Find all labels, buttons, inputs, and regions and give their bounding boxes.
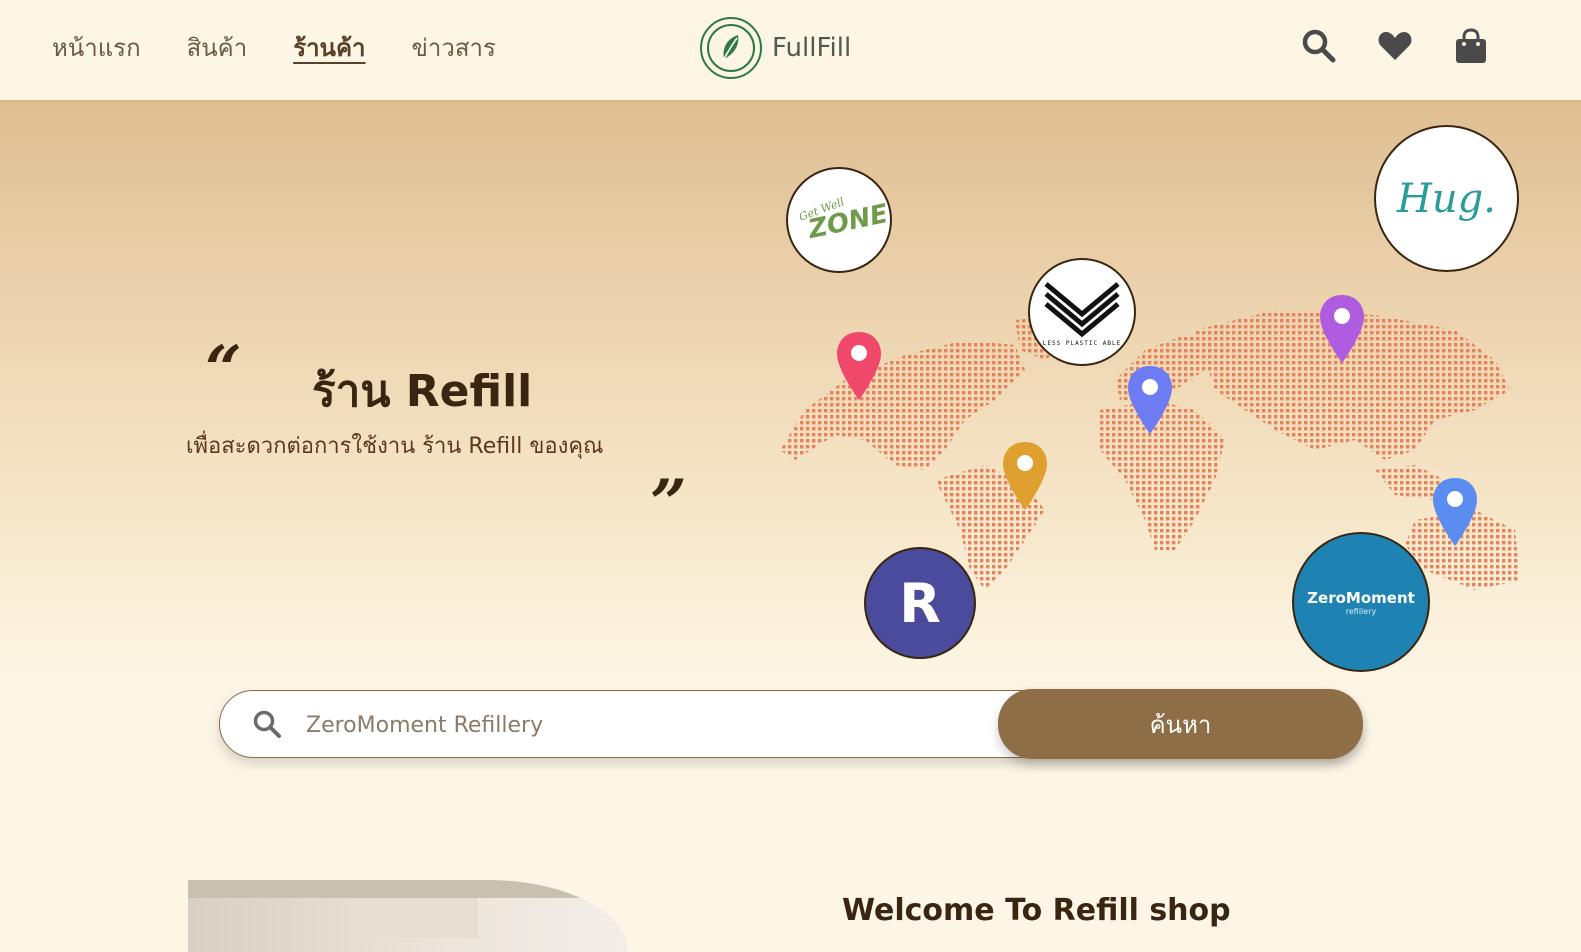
shop-refill-r-logo[interactable]: R (864, 547, 976, 659)
header-actions (1300, 26, 1490, 66)
hero-title: ร้าน Refill (312, 366, 533, 417)
map-pin-icon (1433, 478, 1477, 546)
shop-logo-small-text: refillery (1345, 606, 1377, 616)
map-pin-icon (837, 332, 881, 400)
leaf-logo-icon (700, 17, 762, 79)
shop-logo-text: ZeroMoment (1307, 588, 1415, 607)
shop-logo-text: LESS PLASTIC ABLE (1042, 339, 1122, 347)
nav-shops[interactable]: ร้านค้า (293, 28, 365, 67)
shop-interior-image (188, 880, 628, 952)
map-pin-icon (1128, 366, 1172, 434)
quote-open-mark: “ (205, 332, 242, 407)
shop-hug-logo[interactable]: Hug. (1374, 125, 1519, 272)
shop-logo-text: Hug. (1397, 175, 1496, 222)
heart-icon[interactable] (1376, 26, 1414, 66)
shop-logo-text: R (899, 571, 941, 635)
welcome-heading: Welcome To Refill shop (842, 893, 1231, 928)
brand-logo[interactable]: FullFill (700, 17, 851, 79)
nav-products[interactable]: สินค้า (187, 28, 248, 67)
shop-getwellzone-logo[interactable]: Get Well ZONE (786, 167, 892, 273)
search-button[interactable]: ค้นหา (998, 689, 1363, 759)
brand-name: FullFill (772, 33, 852, 63)
shop-search-bar: ค้นหา (219, 689, 1363, 759)
nav-news[interactable]: ข่าวสาร (412, 28, 496, 67)
map-pin-icon (1003, 442, 1047, 510)
nav-home[interactable]: หน้าแรก (52, 28, 141, 67)
search-icon[interactable] (1300, 26, 1338, 66)
shop-zeromoment-logo[interactable]: ZeroMoment refillery (1292, 532, 1430, 672)
quote-close-mark: ” (650, 466, 687, 541)
search-icon (252, 709, 282, 743)
shop-lessplasticable-logo[interactable]: LESS PLASTIC ABLE (1028, 258, 1136, 366)
main-nav: หน้าแรก สินค้า ร้านค้า ข่าวสาร (52, 28, 542, 67)
search-input[interactable] (306, 703, 986, 747)
shopping-bag-icon[interactable] (1452, 26, 1490, 66)
chevron-stack-icon (1044, 281, 1120, 337)
map-pin-icon (1320, 295, 1364, 363)
hero-subtitle: เพื่อสะดวกต่อการใช้งาน ร้าน Refill ของคุ… (186, 434, 604, 459)
top-header: หน้าแรก สินค้า ร้านค้า ข่าวสาร FullFill (0, 0, 1581, 100)
